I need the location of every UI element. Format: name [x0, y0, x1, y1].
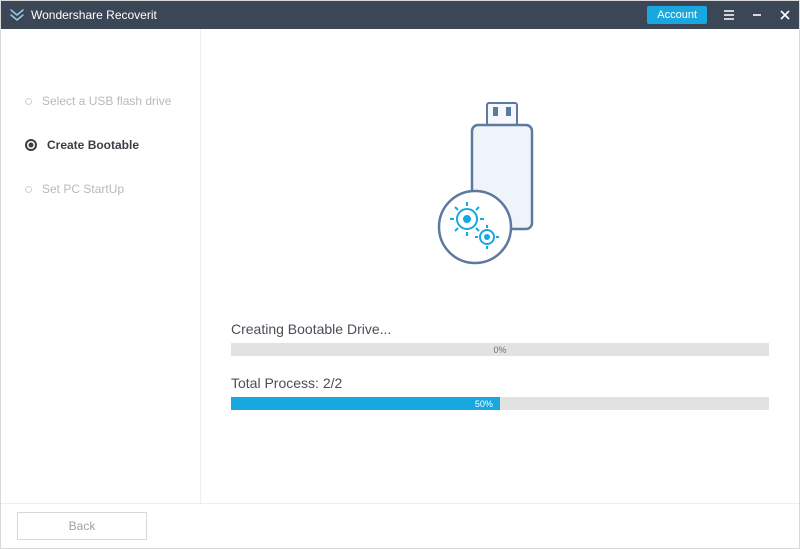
progress-total: Total Process: 2/2 50%: [231, 375, 769, 410]
step-label: Select a USB flash drive: [42, 94, 171, 108]
menu-icon[interactable]: [715, 1, 743, 29]
step-bullet-icon: [25, 139, 37, 151]
step-set-pc-startup[interactable]: Set PC StartUp: [1, 172, 200, 206]
step-select-usb[interactable]: Select a USB flash drive: [1, 84, 200, 118]
progress-percent-text: 50%: [475, 397, 493, 410]
progress-fill: [231, 397, 500, 410]
app-title: Wondershare Recoverit: [31, 8, 157, 22]
step-label: Create Bootable: [47, 138, 139, 152]
footer: Back: [1, 503, 799, 548]
step-bullet-icon: [25, 98, 32, 105]
progress-creating-bootable: Creating Bootable Drive... 0%: [231, 321, 769, 356]
app-logo-icon: [9, 7, 25, 23]
main-panel: Creating Bootable Drive... 0% Total Proc…: [201, 29, 799, 504]
titlebar: Wondershare Recoverit Account: [1, 1, 799, 29]
progress-bar: 0%: [231, 343, 769, 356]
close-icon[interactable]: [771, 1, 799, 29]
progress-percent-text: 0%: [493, 343, 506, 356]
step-bullet-icon: [25, 186, 32, 193]
account-button[interactable]: Account: [647, 6, 707, 24]
step-create-bootable[interactable]: Create Bootable: [1, 128, 200, 162]
content-area: Select a USB flash drive Create Bootable…: [1, 29, 799, 504]
progress-label: Total Process: 2/2: [231, 375, 769, 391]
minimize-icon[interactable]: [743, 1, 771, 29]
progress-label: Creating Bootable Drive...: [231, 321, 769, 337]
step-label: Set PC StartUp: [42, 182, 124, 196]
progress-bar: 50%: [231, 397, 769, 410]
sidebar: Select a USB flash drive Create Bootable…: [1, 29, 201, 504]
back-button[interactable]: Back: [17, 512, 147, 540]
usb-drive-illustration-icon: [425, 99, 575, 274]
